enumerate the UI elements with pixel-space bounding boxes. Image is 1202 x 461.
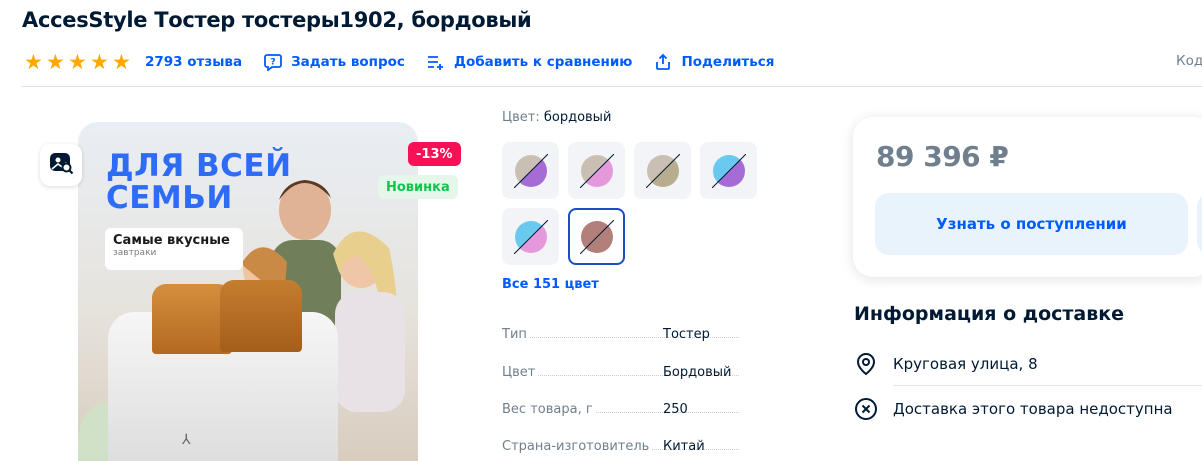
color-swatch-icon (645, 153, 680, 188)
add-to-compare-label: Добавить к сравнению (453, 54, 633, 70)
price-card: 89 396 ₽ Узнать о поступлении (853, 117, 1202, 277)
share-button[interactable]: Поделиться (654, 53, 774, 71)
product-price: 89 396 ₽ (876, 140, 1009, 173)
spec-key: Страна-изготовитель (502, 439, 650, 454)
color-swatch[interactable] (502, 142, 559, 199)
all-colors-link[interactable]: Все 151 цвет (502, 277, 599, 292)
spec-key: Цвет (502, 365, 536, 380)
product-code-label: Код (1176, 53, 1202, 69)
search-by-image-button[interactable] (40, 144, 82, 186)
color-selection-label: Цвет: бордовый (502, 110, 611, 125)
new-badge: Новинка (378, 175, 458, 199)
reviews-count: 2793 отзыва (145, 54, 243, 70)
product-image[interactable]: ДЛЯ ВСЕЙ СЕМЬИ Самые вкусные завтраки ⅄ (78, 122, 418, 461)
question-bubble-icon: ? (264, 53, 282, 71)
spec-value: Тостер (663, 327, 710, 342)
color-swatch-icon (513, 153, 548, 188)
star-icon: ★ (68, 50, 87, 74)
delivery-address-row[interactable]: Круговая улица, 8 (854, 352, 1038, 376)
toast-slice (220, 280, 302, 352)
unavailable-icon (854, 397, 878, 421)
header-divider (22, 86, 1202, 87)
spec-value: Бордовый (663, 365, 732, 380)
spec-value: 250 (663, 402, 688, 417)
secondary-action-button[interactable] (1197, 193, 1202, 255)
compare-list-icon (427, 53, 445, 71)
color-swatch[interactable] (700, 142, 757, 199)
image-search-icon (48, 150, 74, 180)
ask-question-label: Задать вопрос (291, 54, 405, 70)
reviews-link[interactable]: 2793 отзыва (145, 54, 242, 70)
spec-row: Тип Тостер (502, 322, 742, 342)
ask-question-button[interactable]: ? Задать вопрос (264, 53, 405, 71)
share-icon (654, 53, 672, 71)
star-icon: ★ (90, 50, 109, 74)
delivery-info-title: Информация о доставке (854, 303, 1125, 325)
color-swatch[interactable] (568, 208, 625, 265)
color-swatch[interactable] (634, 142, 691, 199)
spec-key: Вес товара, г (502, 402, 593, 417)
promo-headline-line2: СЕМЬИ (106, 180, 233, 216)
color-swatch-icon (711, 153, 746, 188)
color-swatch-icon (513, 219, 548, 254)
delivery-address: Круговая улица, 8 (893, 355, 1038, 373)
notify-on-arrival-button[interactable]: Узнать о поступлении (875, 193, 1188, 255)
color-key: Цвет: (502, 110, 540, 125)
location-pin-icon (854, 352, 878, 376)
color-swatch[interactable] (568, 142, 625, 199)
star-icon: ★ (46, 50, 65, 74)
color-swatch-icon (579, 153, 614, 188)
color-swatch[interactable] (502, 208, 559, 265)
product-title: AccesStyle Тостер тостеры1902, бордовый (22, 8, 532, 32)
promo-card-subtitle: завтраки (113, 248, 157, 258)
product-meta-row: ★ ★ ★ ★ ★ 2793 отзыва ? Задать вопрос До… (24, 50, 796, 74)
add-to-compare-button[interactable]: Добавить к сравнению (427, 53, 632, 71)
spec-row: Вес товара, г 250 (502, 397, 742, 417)
discount-badge: -13% (408, 142, 461, 166)
star-icon: ★ (24, 50, 43, 74)
promo-card: Самые вкусные завтраки (105, 228, 243, 270)
delivery-divider (893, 385, 1202, 386)
rating-stars[interactable]: ★ ★ ★ ★ ★ (24, 50, 132, 74)
toaster-logo-icon: ⅄ (182, 432, 191, 448)
delivery-status: Доставка этого товара недоступна (893, 400, 1173, 418)
color-swatch-icon (579, 219, 614, 254)
spec-row: Цвет Бордовый (502, 360, 742, 380)
spec-key: Тип (502, 327, 527, 342)
spec-row: Страна-изготовитель Китай (502, 434, 742, 454)
svg-text:?: ? (270, 58, 275, 68)
color-value: бордовый (543, 110, 612, 125)
share-label: Поделиться (681, 54, 775, 70)
delivery-status-row: Доставка этого товара недоступна (854, 397, 1173, 421)
star-icon: ★ (112, 50, 131, 74)
promo-card-title: Самые вкусные (113, 233, 230, 248)
spec-value: Китай (663, 439, 705, 454)
